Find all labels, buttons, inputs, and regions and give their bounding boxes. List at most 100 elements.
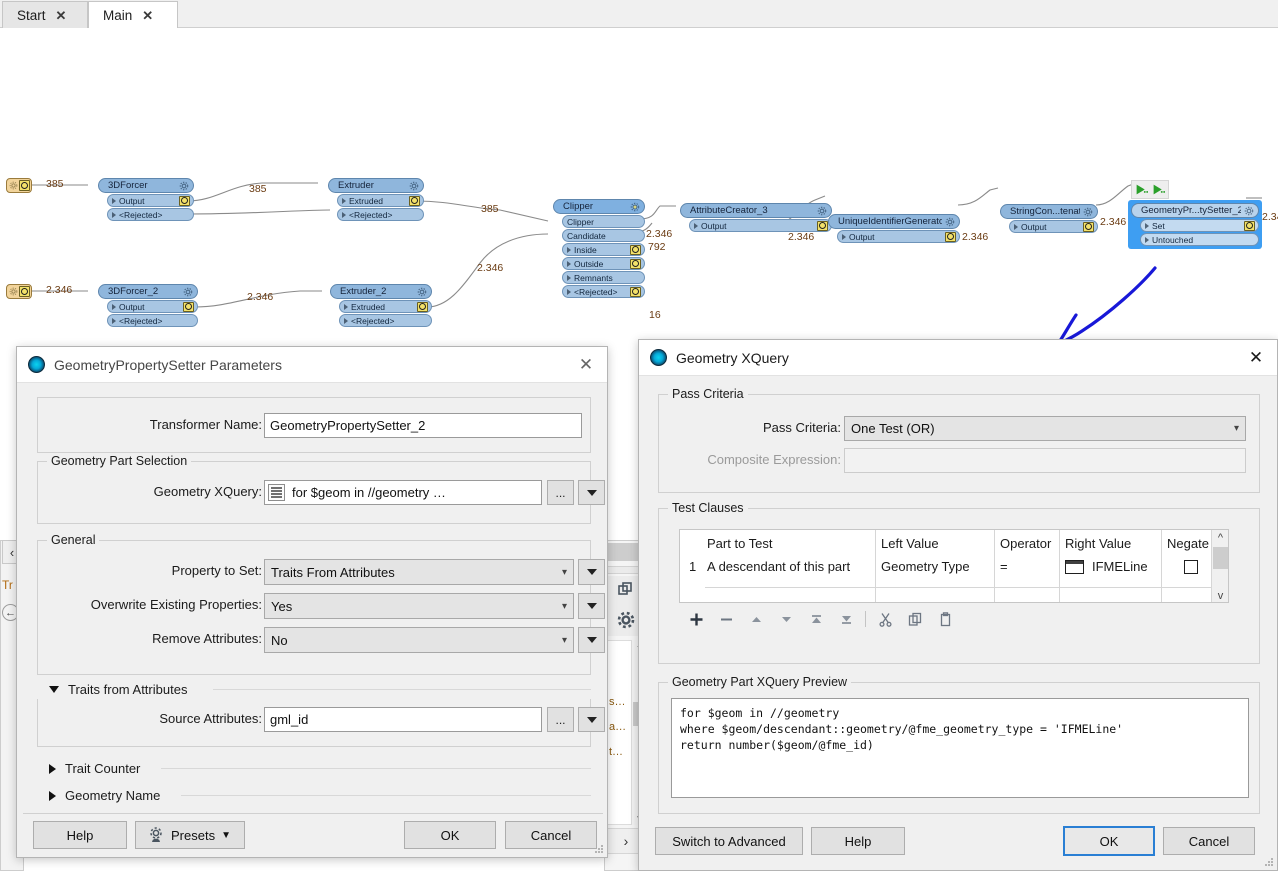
port-output[interactable]: Output [107, 194, 194, 207]
geometry-name-section-header[interactable]: Geometry Name [49, 788, 160, 803]
port-output[interactable]: Output [107, 300, 198, 313]
reader-node-1[interactable] [6, 178, 32, 193]
gear-icon[interactable] [817, 206, 827, 216]
composite-expression-input[interactable] [844, 448, 1246, 473]
scroll-down-icon[interactable]: v [1212, 588, 1228, 602]
run-toolbar[interactable] [1131, 180, 1169, 199]
port-outside[interactable]: Outside [562, 257, 645, 270]
move-down-icon[interactable] [771, 609, 801, 629]
paste-icon[interactable] [930, 609, 960, 629]
gear-icon[interactable] [945, 217, 955, 227]
remove-icon[interactable] [711, 609, 741, 629]
ok-button[interactable]: OK [404, 821, 496, 849]
geometry-xquery-ellipsis-button[interactable]: ... [547, 480, 574, 505]
inspect-icon[interactable] [817, 220, 828, 231]
trait-counter-section-header[interactable]: Trait Counter [49, 761, 140, 776]
table-scrollbar[interactable]: ^ v [1211, 530, 1228, 602]
cancel-button[interactable]: Cancel [505, 821, 597, 849]
inspect-icon[interactable] [630, 286, 641, 297]
port-extruded[interactable]: Extruded [339, 300, 432, 313]
run-to-here-icon[interactable] [1135, 183, 1148, 196]
move-up-icon[interactable] [741, 609, 771, 629]
reader-node-2[interactable] [6, 284, 32, 299]
tab-start-close-icon[interactable]: ✕ [56, 9, 67, 22]
transformer-3dforcer[interactable]: 3DForcer Output <Rejected> [98, 178, 194, 221]
gear-icon[interactable] [630, 202, 640, 212]
transformer-uniqueidentifiergenerator[interactable]: UniqueIdentifierGenerator_2 Output [828, 214, 960, 243]
cut-icon[interactable] [870, 609, 900, 629]
geometry-xquery-input[interactable]: for $geom in //geometry … [264, 480, 542, 505]
move-bottom-icon[interactable] [831, 609, 861, 629]
close-icon[interactable]: ✕ [571, 351, 601, 379]
presets-button[interactable]: Presets ▼ [135, 821, 245, 849]
transformer-header[interactable]: 3DForcer_2 [98, 284, 198, 299]
port-set[interactable]: Set [1140, 219, 1259, 232]
geometry-xquery-dropdown-button[interactable] [578, 480, 605, 505]
gear-icon[interactable] [1083, 207, 1093, 217]
port-clipper[interactable]: Clipper [562, 215, 645, 228]
cell-operator[interactable]: = [1000, 559, 1008, 574]
list-editor-icon[interactable] [268, 484, 285, 501]
close-icon[interactable]: ✕ [1241, 344, 1271, 372]
run-from-here-icon[interactable] [1152, 183, 1165, 196]
tab-start[interactable]: Start ✕ [2, 1, 88, 28]
inspect-icon[interactable] [183, 301, 194, 312]
test-clauses-toolbar[interactable] [681, 609, 960, 629]
port-rejected[interactable]: <Rejected> [562, 285, 645, 298]
port-remnants[interactable]: Remnants [562, 271, 645, 284]
copy-icon[interactable] [900, 609, 930, 629]
geometry-property-setter-dialog[interactable]: GeometryPropertySetter Parameters ✕ Tran… [16, 346, 608, 858]
port-rejected[interactable]: <Rejected> [107, 208, 194, 221]
port-output[interactable]: Output [1009, 220, 1098, 233]
source-attributes-input[interactable]: gml_id [264, 707, 542, 732]
tab-main-close-icon[interactable]: ✕ [142, 9, 153, 22]
dialog-titlebar[interactable]: Geometry XQuery ✕ [639, 340, 1277, 376]
transformer-header[interactable]: GeometryPr...tySetter_2 [1131, 203, 1259, 218]
help-button[interactable]: Help [33, 821, 127, 849]
gear-icon[interactable] [417, 287, 427, 297]
transformer-header[interactable]: Extruder [328, 178, 424, 193]
transformer-header[interactable]: Clipper [553, 199, 645, 214]
geometry-xquery-dialog[interactable]: Geometry XQuery ✕ Pass Criteria Pass Cri… [638, 339, 1278, 871]
xquery-preview-text[interactable]: for $geom in //geometry where $geom/desc… [671, 698, 1249, 798]
port-candidate[interactable]: Candidate [562, 229, 645, 242]
inspect-icon[interactable] [630, 258, 641, 269]
gear-icon[interactable] [179, 181, 189, 191]
cell-right-value[interactable]: IFMELine [1092, 559, 1148, 574]
switch-to-advanced-button[interactable]: Switch to Advanced [655, 827, 803, 855]
port-untouched[interactable]: Untouched [1140, 233, 1259, 246]
transformer-name-input[interactable]: GeometryPropertySetter_2 [264, 413, 582, 438]
port-output[interactable]: Output [837, 230, 960, 243]
inspect-icon[interactable] [945, 231, 956, 242]
transformer-clipper[interactable]: Clipper Clipper Candidate Inside Outside [553, 199, 645, 298]
transformer-header[interactable]: 3DForcer [98, 178, 194, 193]
inspect-icon[interactable] [179, 195, 190, 206]
gear-icon[interactable] [183, 287, 193, 297]
cell-part-to-test[interactable]: A descendant of this part [707, 559, 850, 574]
transformer-header[interactable]: AttributeCreator_3 [680, 203, 832, 218]
dialog-titlebar[interactable]: GeometryPropertySetter Parameters ✕ [17, 347, 607, 383]
traits-from-attributes-section-header[interactable]: Traits from Attributes [49, 682, 187, 697]
transformer-header[interactable]: StringCon...tenator_2 [1000, 204, 1098, 219]
add-icon[interactable] [681, 609, 711, 629]
scroll-up-icon[interactable]: ^ [1212, 530, 1228, 546]
move-top-icon[interactable] [801, 609, 831, 629]
property-to-set-dropdown-button[interactable] [578, 559, 605, 585]
ok-button[interactable]: OK [1063, 826, 1155, 856]
resize-grip[interactable] [1265, 858, 1274, 867]
source-attributes-dropdown-button[interactable] [578, 707, 605, 732]
inspect-icon[interactable] [18, 180, 30, 191]
transformer-header[interactable]: Extruder_2 [330, 284, 432, 299]
inspect-icon[interactable] [1083, 221, 1094, 232]
transformer-geometrypropertysetter[interactable]: GeometryPr...tySetter_2 Set Untouched [1128, 200, 1262, 249]
source-attributes-ellipsis-button[interactable]: ... [547, 707, 574, 732]
overwrite-existing-properties-select[interactable]: Yes ▾ [264, 593, 574, 619]
inspect-icon[interactable] [18, 286, 30, 297]
inspect-icon[interactable] [417, 301, 428, 312]
negate-checkbox[interactable] [1184, 560, 1198, 574]
property-to-set-select[interactable]: Traits From Attributes ▾ [264, 559, 574, 585]
port-inside[interactable]: Inside [562, 243, 645, 256]
scroll-thumb[interactable] [1213, 547, 1228, 569]
test-clauses-table[interactable]: Part to Test Left Value Operator Right V… [679, 529, 1229, 603]
inspect-icon[interactable] [409, 195, 420, 206]
